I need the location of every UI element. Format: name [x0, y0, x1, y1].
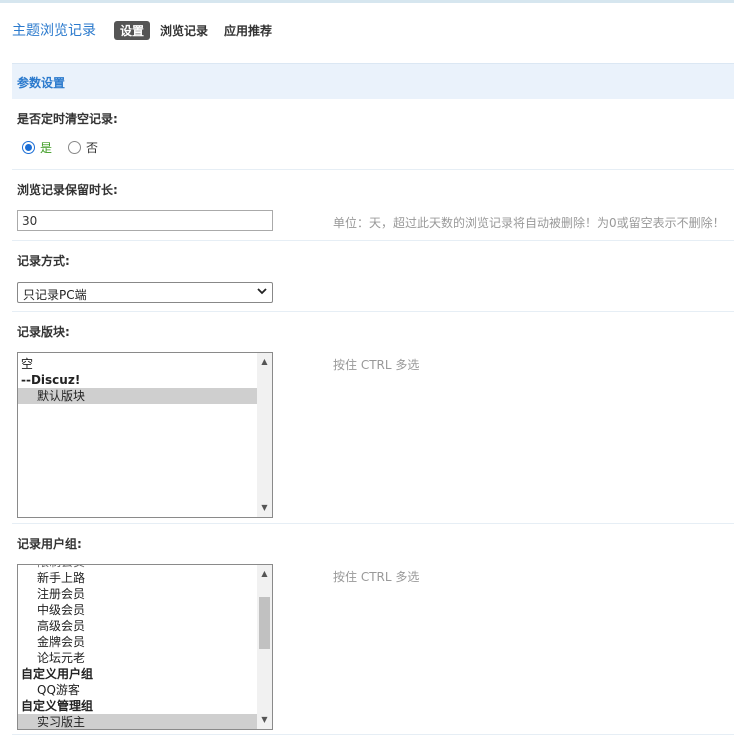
chevron-down-icon [257, 286, 267, 299]
arrow-down-icon[interactable]: ▼ [257, 501, 272, 515]
divider [12, 240, 734, 241]
forums-hint: 按住 CTRL 多选 [333, 358, 420, 372]
forum-option[interactable]: 空 [18, 356, 257, 372]
arrow-down-icon[interactable]: ▼ [257, 713, 272, 727]
usergroup-option[interactable]: 新手上路 [18, 570, 257, 586]
usergroups-hint: 按住 CTRL 多选 [333, 570, 420, 584]
usergroups-label: 记录用户组: [17, 537, 82, 551]
app-title: 主题浏览记录 [12, 23, 96, 39]
forum-option[interactable]: 默认版块 [18, 388, 257, 404]
auto-clear-yes-label[interactable]: 是 [40, 139, 52, 156]
tab-app-recommend[interactable]: 应用推荐 [224, 22, 272, 39]
tab-settings[interactable]: 设置 [114, 20, 151, 40]
usergroup-group-option: 自定义用户组 [21, 667, 94, 681]
usergroup-option[interactable]: 实习版主 [18, 714, 257, 729]
auto-clear-no-label[interactable]: 否 [86, 139, 98, 156]
record-mode-select[interactable]: 只记录PC端 [17, 282, 273, 303]
divider [12, 734, 734, 735]
header: 主题浏览记录 设置 浏览记录 应用推荐 [12, 18, 288, 42]
retention-label: 浏览记录保留时长: [17, 183, 118, 197]
usergroup-option[interactable]: 中级会员 [18, 602, 257, 618]
arrow-up-icon[interactable]: ▲ [257, 567, 272, 581]
usergroups-multiselect[interactable]: 限制会员 新手上路 注册会员 中级会员 高级会员 金牌会员 论坛元老 自定义用户… [17, 564, 273, 730]
usergroup-option[interactable]: QQ游客 [18, 682, 257, 698]
divider [12, 311, 734, 312]
usergroups-scrollbar[interactable]: ▲ ▼ [257, 565, 272, 729]
forums-multiselect[interactable]: 空 --Discuz! 默认版块 ▲ ▼ [17, 352, 273, 518]
usergroup-option[interactable]: 金牌会员 [18, 634, 257, 650]
forum-group-option: --Discuz! [21, 373, 81, 387]
usergroup-option[interactable]: 注册会员 [18, 586, 257, 602]
auto-clear-no-radio[interactable] [68, 141, 82, 154]
section-title: 参数设置 [17, 76, 66, 90]
auto-clear-radio-group: 是 否 [22, 139, 114, 156]
divider [12, 169, 734, 170]
divider [12, 523, 734, 524]
auto-clear-label: 是否定时清空记录: [17, 112, 118, 126]
arrow-up-icon[interactable]: ▲ [257, 355, 272, 369]
tab-browse-records[interactable]: 浏览记录 [160, 22, 208, 39]
record-mode-label: 记录方式: [17, 254, 70, 268]
top-border [0, 0, 734, 3]
forums-options: 空 --Discuz! 默认版块 [18, 353, 257, 517]
usergroup-group-option: 自定义管理组 [21, 699, 94, 713]
retention-days-input[interactable] [17, 210, 273, 231]
usergroup-option[interactable]: 论坛元老 [18, 650, 257, 666]
forums-scrollbar[interactable]: ▲ ▼ [257, 353, 272, 517]
auto-clear-yes-radio[interactable] [22, 141, 35, 154]
scrollbar-thumb[interactable] [259, 597, 270, 649]
forums-label: 记录版块: [17, 325, 70, 339]
record-mode-selected-value: 只记录PC端 [23, 288, 87, 302]
usergroup-option[interactable]: 高级会员 [18, 618, 257, 634]
section-header: 参数设置 [12, 63, 734, 99]
retention-hint: 单位：天，超过此天数的浏览记录将自动被删除！为0或留空表示不删除！ [333, 216, 725, 230]
usergroups-options: 限制会员 新手上路 注册会员 中级会员 高级会员 金牌会员 论坛元老 自定义用户… [18, 565, 257, 729]
